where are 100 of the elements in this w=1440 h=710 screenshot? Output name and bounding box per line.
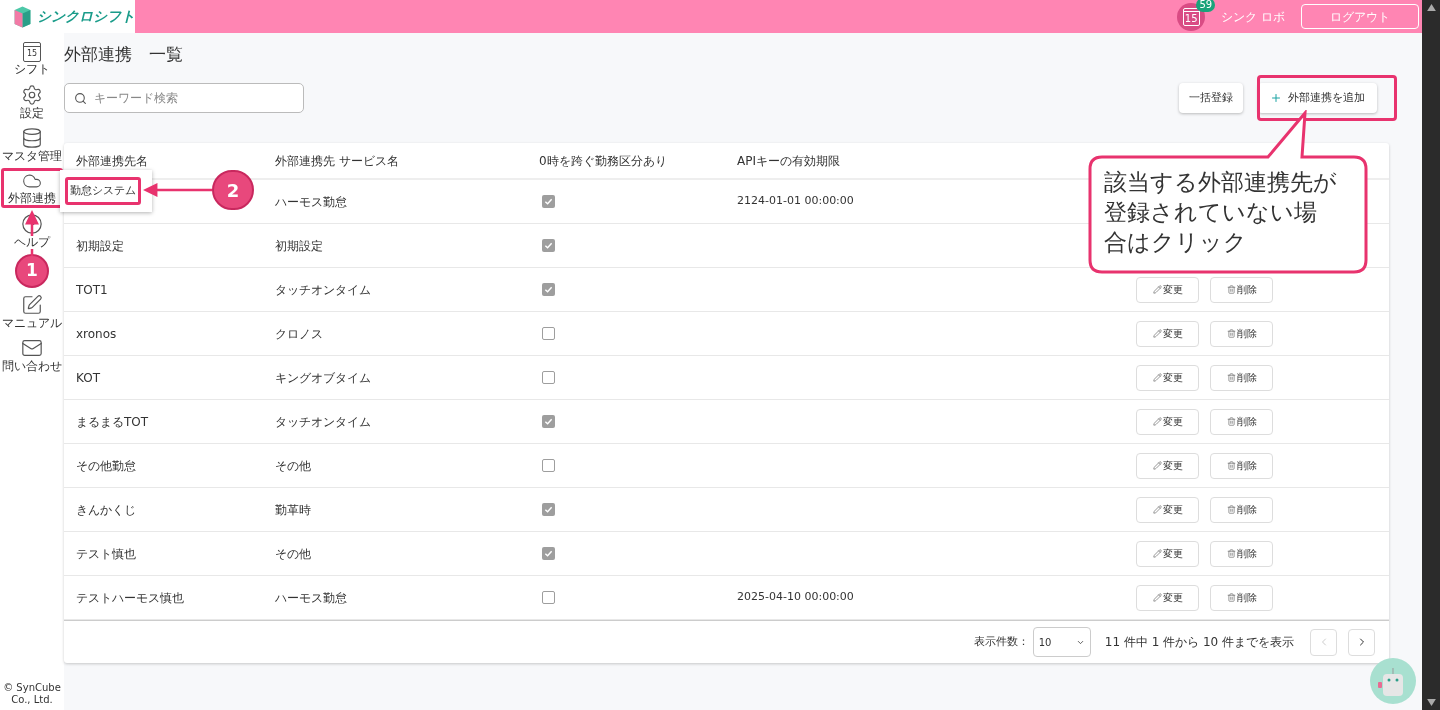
delete-button[interactable]: 削除 — [1210, 540, 1273, 567]
pagination-summary: 11 件中 1 件から 10 件までを表示 — [1104, 634, 1294, 651]
checkbox[interactable] — [542, 547, 555, 560]
sidebar-label: ヘルプ — [14, 236, 50, 249]
dropdown-item[interactable]: 勤怠システム — [65, 177, 141, 205]
user-name: シンク ロボ — [1221, 8, 1285, 26]
edit-button[interactable]: 変更 — [1136, 408, 1199, 435]
bulk-register-button[interactable]: 一括登録 — [1179, 83, 1243, 113]
edit-button[interactable]: 変更 — [1136, 584, 1199, 611]
per-page-select[interactable]: 10 — [1032, 627, 1091, 657]
sidebar-label: 外部連携 — [8, 192, 56, 205]
check-icon — [544, 417, 553, 426]
step-marker: 1 — [15, 254, 49, 288]
table-cell-text: ハーモス勤怠 — [275, 589, 347, 607]
delete-button[interactable]: 削除 — [1210, 320, 1273, 347]
column-header: 外部連携先名 — [76, 152, 148, 170]
sidebar-label: マスタ管理 — [2, 150, 62, 163]
table-cell-text: 勤革時 — [275, 501, 311, 519]
table-cell-text: テスト慎也 — [76, 545, 136, 563]
edit-button[interactable]: 変更 — [1136, 452, 1199, 479]
pencil-icon — [1152, 549, 1162, 558]
add-integration-button[interactable]: 外部連携を追加 — [1258, 83, 1377, 113]
check-icon — [544, 505, 553, 514]
delete-button[interactable]: 削除 — [1210, 452, 1273, 479]
checkbox[interactable] — [542, 503, 555, 516]
checkbox[interactable] — [542, 239, 555, 252]
checkbox[interactable] — [542, 371, 555, 384]
trash-icon — [1226, 285, 1236, 294]
table-cell-text: xronos — [76, 325, 117, 343]
robot-assistant-icon[interactable] — [1370, 658, 1416, 704]
edit-button[interactable]: 変更 — [1136, 320, 1199, 347]
trash-icon — [1226, 373, 1236, 382]
edit-button[interactable]: 変更 — [1136, 540, 1199, 567]
column-header: 外部連携先 サービス名 — [275, 152, 399, 170]
logo-text: シンクロシフト — [37, 7, 135, 26]
settings-icon — [21, 84, 43, 106]
sidebar-label: マニュアル — [2, 317, 62, 330]
sidebar-item[interactable]: マニュアル — [1, 292, 63, 332]
checkbox[interactable] — [542, 415, 555, 428]
table-cell: 2025-04-10 00:00:00 — [737, 589, 854, 606]
table-cell-text: 初期設定 — [76, 237, 124, 255]
table-cell-text: テストハーモス慎也 — [76, 589, 184, 607]
pencil-icon — [1152, 373, 1162, 382]
edit-button[interactable]: 変更 — [1136, 364, 1199, 391]
table-cell: 2124-01-01 00:00:00 — [737, 193, 854, 210]
delete-button[interactable]: 削除 — [1210, 364, 1273, 391]
next-page-button[interactable] — [1348, 628, 1375, 656]
edit-button[interactable]: 変更 — [1136, 276, 1199, 303]
mail-icon — [21, 337, 43, 359]
checkbox[interactable] — [542, 195, 555, 208]
table-cell-text: その他勤怠 — [76, 457, 136, 475]
sidebar-item[interactable]: マスタ管理 — [1, 125, 63, 165]
sidebar-item[interactable]: 問い合わせ — [1, 335, 63, 375]
column-header: APIキーの有効期限 — [737, 152, 840, 170]
table-cell-text: KOT — [76, 369, 100, 387]
trash-icon — [1226, 549, 1236, 558]
check-icon — [544, 197, 553, 206]
trash-icon — [1226, 461, 1236, 470]
check-icon — [544, 549, 553, 558]
sidebar-label: シフト — [14, 63, 50, 76]
pencil-icon — [1152, 417, 1162, 426]
table-cell-text: その他 — [275, 545, 311, 563]
sidebar-label: 問い合わせ — [2, 360, 62, 373]
table-cell-text: タッチオンタイム — [275, 281, 371, 299]
page-title: 外部連携 一覧 — [64, 43, 184, 66]
table-cell-text: キングオブタイム — [275, 369, 371, 387]
pencil-icon — [1152, 329, 1162, 338]
checkbox[interactable] — [542, 327, 555, 340]
plus-icon — [1270, 92, 1282, 104]
delete-button[interactable]: 削除 — [1210, 276, 1273, 303]
trash-icon — [1226, 505, 1236, 514]
search-icon — [74, 92, 87, 105]
table-cell-text: TOT1 — [76, 281, 108, 299]
trash-icon — [1226, 329, 1236, 338]
check-icon — [544, 241, 553, 250]
database-icon — [21, 127, 43, 149]
pencil-icon — [1152, 461, 1162, 470]
search-field[interactable]: キーワード検索 — [64, 83, 304, 113]
triangle-up-icon[interactable] — [1426, 4, 1436, 11]
table-cell-text: クロノス — [275, 325, 323, 343]
checkbox[interactable] — [542, 591, 555, 604]
calendar-icon: 15 — [23, 42, 41, 62]
table-cell-text: タッチオンタイム — [275, 413, 371, 431]
sidebar-label: 設定 — [20, 107, 44, 120]
pencil-square-icon — [21, 294, 43, 316]
delete-button[interactable]: 削除 — [1210, 584, 1273, 611]
annotation-arrow — [143, 183, 212, 197]
delete-button[interactable]: 削除 — [1210, 496, 1273, 523]
sidebar-item[interactable]: 15 シフト — [1, 39, 63, 79]
sidebar-item[interactable]: 設定 — [1, 82, 63, 122]
delete-button[interactable]: 削除 — [1210, 408, 1273, 435]
callout-text: 該当する外部連携先が登録されていない場合はクリック — [1104, 168, 1338, 257]
table-cell-text: まるまるTOT — [76, 413, 149, 431]
checkbox[interactable] — [542, 459, 555, 472]
checkbox[interactable] — [542, 283, 555, 296]
scrollbar[interactable] — [1422, 0, 1440, 710]
table-cell-text: 初期設定 — [275, 237, 323, 255]
edit-button[interactable]: 変更 — [1136, 496, 1199, 523]
triangle-down-icon[interactable] — [1426, 699, 1436, 706]
trash-icon — [1226, 593, 1236, 602]
